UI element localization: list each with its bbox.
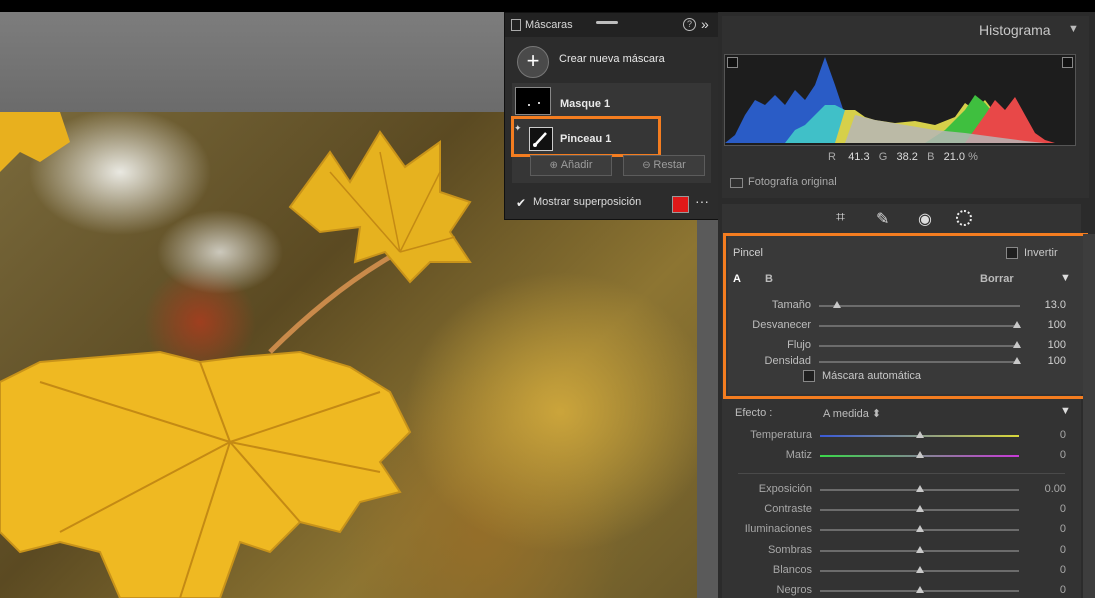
subtract-icon: ⊖ (642, 160, 654, 171)
brush-slider-track[interactable] (819, 305, 1020, 307)
auto-mask-label: Máscara automática (822, 370, 922, 382)
drag-handle[interactable] (596, 21, 618, 24)
brush-slider-thumb[interactable] (1013, 357, 1021, 364)
pinceau-highlight-frame (511, 116, 661, 157)
effect-slider-value[interactable]: 0 (1028, 584, 1066, 596)
create-mask-button[interactable]: + (517, 46, 549, 78)
mask-item-masque-1[interactable]: Masque 1 (560, 98, 610, 110)
masks-panel-header: Máscaras ? » (505, 13, 718, 37)
mask-tool-icon[interactable] (956, 210, 972, 226)
add-icon: ⊕ (549, 160, 561, 171)
effect-slider-label: Exposición (758, 483, 812, 495)
invert-checkbox[interactable] (1006, 247, 1018, 259)
brush-slider-track[interactable] (819, 325, 1020, 327)
effect-slider-label: Sombras (767, 544, 812, 556)
right-panel: Histograma ▼ R 41.3 G 38.2 B 21.0 % Foto… (718, 12, 1095, 598)
brush-slider-value[interactable]: 100 (1028, 339, 1066, 351)
collapse-icon[interactable]: » (701, 16, 709, 32)
histogram-graph (724, 54, 1076, 146)
histogram-collapse-icon[interactable]: ▼ (1068, 23, 1079, 35)
brush-slider-thumb[interactable] (1013, 341, 1021, 348)
brush-slider-label: Flujo (787, 339, 811, 351)
brush-erase[interactable]: Borrar (980, 273, 1014, 285)
brush-slider-thumb[interactable] (1013, 321, 1021, 328)
effect-label: Efecto : (735, 407, 773, 419)
brush-slider-track[interactable] (819, 345, 1020, 347)
effect-slider-thumb[interactable] (916, 525, 924, 532)
effect-slider-label: Matiz (785, 449, 812, 461)
effect-slider-thumb[interactable] (916, 546, 924, 553)
original-photo-label[interactable]: Fotografía original (748, 176, 837, 188)
original-photo-icon[interactable] (730, 178, 743, 188)
effect-slider-label: Contraste (764, 503, 812, 515)
effect-slider-thumb[interactable] (916, 431, 924, 438)
brush-slider-label: Desvanecer (752, 319, 811, 331)
heal-tool-icon[interactable]: ✎ (876, 209, 889, 229)
right-panel-scrollbar[interactable] (1083, 234, 1095, 598)
brush-options-icon[interactable]: ▼ (1060, 272, 1071, 284)
histogram-title: Histograma (979, 22, 1051, 38)
effect-options-icon[interactable]: ▼ (1060, 405, 1071, 417)
effect-slider-thumb[interactable] (916, 566, 924, 573)
brush-slider-track[interactable] (819, 361, 1020, 363)
subtract-button[interactable]: ⊖ Restar (623, 155, 705, 176)
auto-mask-checkbox[interactable] (803, 370, 815, 382)
effect-slider-label: Blancos (772, 564, 812, 576)
effect-slider-label: Temperatura (750, 429, 812, 441)
effect-slider-value[interactable]: 0 (1028, 523, 1066, 535)
effect-slider-thumb[interactable] (916, 505, 924, 512)
add-button[interactable]: ⊕ Añadir (530, 155, 612, 176)
effect-slider-value[interactable]: 0 (1028, 449, 1066, 461)
crop-tool-icon[interactable]: ⌗ (836, 209, 845, 227)
effect-slider-thumb[interactable] (916, 451, 924, 458)
show-overlay-label: Mostrar superposición (533, 196, 642, 208)
brush-slider-value[interactable]: 100 (1028, 319, 1066, 331)
rgb-readout: R 41.3 G 38.2 B 21.0 % (828, 151, 978, 163)
effect-preset-select[interactable]: A medida ⬍ (823, 407, 881, 420)
redeye-tool-icon[interactable]: ◉ (918, 209, 932, 229)
top-bar (0, 0, 1095, 12)
effect-slider-thumb[interactable] (916, 586, 924, 593)
effect-slider-value[interactable]: 0.00 (1028, 483, 1066, 495)
effect-slider-value[interactable]: 0 (1028, 544, 1066, 556)
effect-slider-thumb[interactable] (916, 485, 924, 492)
brush-slider-thumb[interactable] (832, 301, 841, 308)
mask-thumbnail[interactable] (515, 87, 551, 115)
effect-slider-label: Negros (776, 584, 812, 596)
brush-tab-a[interactable]: A (733, 273, 741, 285)
effect-slider-value[interactable]: 0 (1028, 429, 1066, 441)
brush-tab-b[interactable]: B (765, 273, 773, 285)
invert-label: Invertir (1024, 247, 1058, 259)
effect-slider-value[interactable]: 0 (1028, 503, 1066, 515)
divider (738, 473, 1065, 474)
help-icon[interactable]: ? (683, 18, 696, 31)
overlay-checkbox[interactable]: ✔ (516, 196, 526, 210)
overlay-color-swatch[interactable] (672, 196, 689, 213)
brush-slider-value[interactable]: 100 (1028, 355, 1066, 367)
brush-slider-label: Densidad (764, 355, 811, 367)
masks-panel: Máscaras ? » + Crear nueva máscara Masqu… (504, 12, 719, 220)
more-options-icon[interactable]: ··· (695, 193, 709, 209)
effect-slider-value[interactable]: 0 (1028, 564, 1066, 576)
brush-slider-label: Tamaño (771, 299, 811, 311)
panel-icon (511, 19, 521, 31)
brush-title: Pincel (733, 247, 763, 259)
masks-panel-title: Máscaras (525, 19, 573, 31)
effect-slider-label: Iluminaciones (744, 523, 812, 535)
shadow-clip-toggle[interactable] (727, 57, 738, 68)
brush-slider-value[interactable]: 13.0 (1028, 299, 1066, 311)
highlight-clip-toggle[interactable] (1062, 57, 1073, 68)
create-mask-label[interactable]: Crear nueva máscara (559, 53, 665, 65)
